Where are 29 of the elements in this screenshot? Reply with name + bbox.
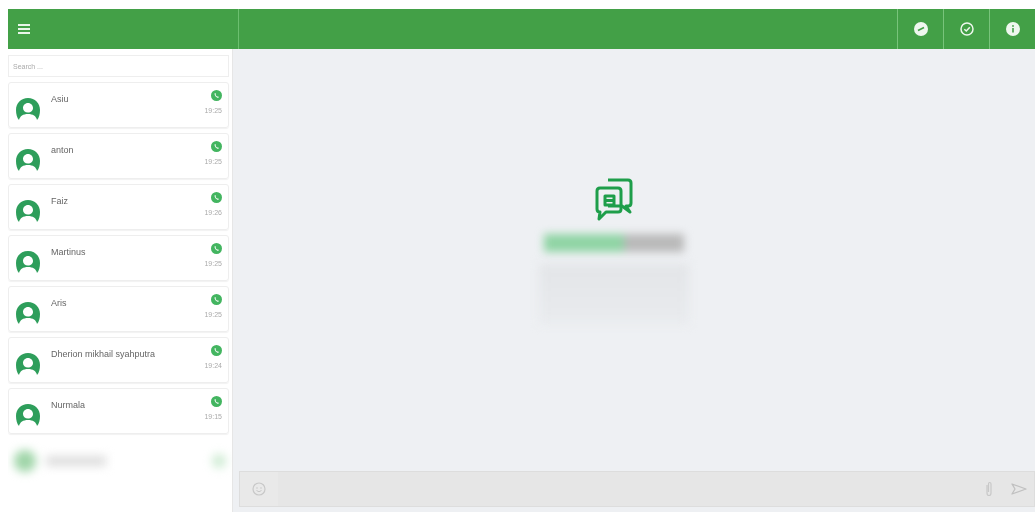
contact-name: Asiu [51, 94, 70, 104]
contact-name: anton [51, 145, 75, 155]
avatar-icon [15, 250, 41, 274]
contact-name: Martinus [51, 247, 87, 257]
phone-icon [211, 90, 222, 101]
avatar-icon [15, 352, 41, 376]
phone-icon [211, 396, 222, 407]
avatar-icon [15, 148, 41, 172]
phone-icon [211, 141, 222, 152]
paperclip-icon [985, 481, 993, 497]
contact-name: Dherion mikhail syahputra [51, 349, 157, 359]
avatar-icon [15, 199, 41, 223]
phone-icon [211, 192, 222, 203]
chat-logo-icon [594, 176, 634, 222]
phone-icon [211, 294, 222, 305]
contact-name: Aris [51, 298, 68, 308]
menu-icon [18, 24, 30, 34]
phone-icon [211, 243, 222, 254]
transfer-icon [913, 22, 928, 36]
avatar-icon [15, 403, 41, 427]
phone-icon [211, 345, 222, 356]
smiley-icon [252, 482, 266, 496]
send-icon [1011, 483, 1027, 495]
avatar-icon [15, 301, 41, 325]
info-icon [1005, 22, 1020, 36]
contact-name: Faiz [51, 196, 69, 206]
avatar-icon [15, 97, 41, 121]
check-icon [959, 22, 974, 36]
contact-name: Nurmala [51, 400, 86, 410]
